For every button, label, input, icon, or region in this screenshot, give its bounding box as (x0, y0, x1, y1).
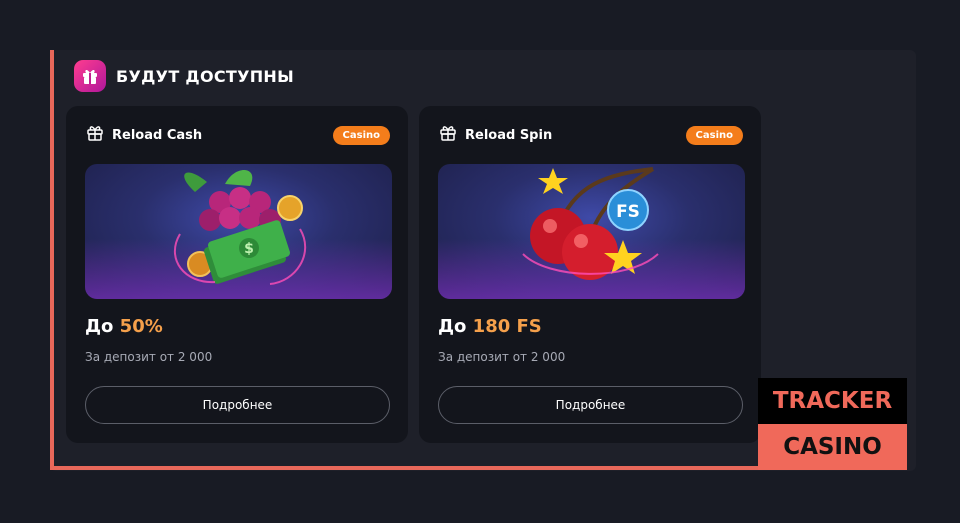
cherries-fs-illustration: FS (438, 164, 745, 299)
grapes-cash-illustration: $ (85, 164, 392, 299)
gift-outline-icon (439, 124, 457, 146)
card-title: Reload Spin (465, 127, 553, 143)
gift-outline-icon (86, 124, 104, 146)
section-title: БУДУТ ДОСТУПНЫ (116, 66, 295, 86)
section-header: БУДУТ ДОСТУПНЫ (74, 60, 294, 92)
card-header: Reload Spin Casino (439, 124, 743, 146)
casino-tag: Casino (685, 125, 743, 145)
amount-value: 50% (119, 316, 163, 337)
bonus-card-reload-spin: Reload Spin Casino FS До 180 FS За депоз… (419, 106, 761, 443)
accent-border-bottom (50, 466, 758, 470)
amount-prefix: До (85, 316, 120, 337)
fs-badge-text: FS (616, 202, 640, 222)
bonus-amount: До 50% (85, 316, 163, 337)
bonus-card-reload-cash: Reload Cash Casino $ До 50% За депозит о… (66, 106, 408, 443)
accent-border-left (50, 50, 54, 470)
svg-text:$: $ (244, 241, 254, 257)
amount-value: 180 FS (472, 316, 542, 337)
card-header: Reload Cash Casino (86, 124, 390, 146)
bonus-condition: За депозит от 2 000 (438, 350, 566, 364)
amount-prefix: До (438, 316, 473, 337)
casino-tag: Casino (332, 125, 390, 145)
gift-icon (74, 60, 106, 92)
details-button[interactable]: Подробнее (438, 386, 743, 424)
watermark-tracker: TRACKER (758, 378, 907, 424)
bonus-amount: До 180 FS (438, 316, 542, 337)
bonus-condition: За депозит от 2 000 (85, 350, 213, 364)
card-title: Reload Cash (112, 127, 203, 143)
watermark-casino: CASINO (758, 424, 907, 470)
details-button[interactable]: Подробнее (85, 386, 390, 424)
